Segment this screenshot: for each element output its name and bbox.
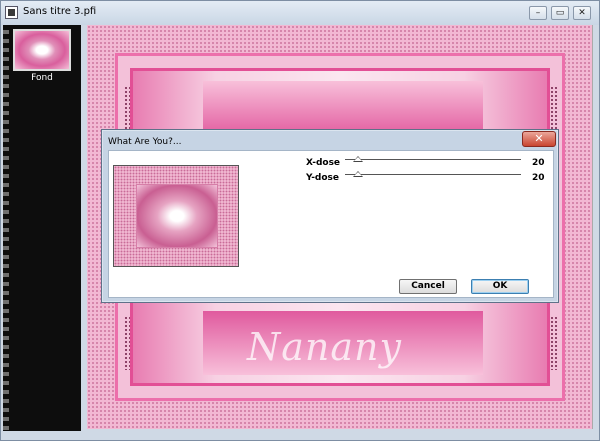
title-bar: Sans titre 3.pfi – ▭ ✕ [1,1,599,25]
app-icon [5,6,18,19]
restore-icon: ▭ [555,8,565,18]
close-icon: ✕ [534,132,544,145]
minimize-button[interactable]: – [529,6,547,20]
y-dose-slider-thumb[interactable] [353,171,363,177]
window-title: Sans titre 3.pfi [23,6,97,17]
x-dose-value: 20 [532,158,545,168]
app-window: Sans titre 3.pfi – ▭ ✕ Fond Nanany What … [0,0,600,441]
preview-center [136,184,218,248]
y-dose-slider[interactable] [345,174,521,175]
layer-thumbnail[interactable] [13,29,71,71]
y-dose-value: 20 [532,173,545,183]
x-dose-slider-thumb[interactable] [353,156,363,162]
layer-label: Fond [31,73,53,83]
dialog-title: What Are You?... [108,137,182,147]
watermark: Nanany [247,325,402,369]
dialog-close-button[interactable]: ✕ [522,131,556,147]
restore-button[interactable]: ▭ [551,6,569,20]
film-strip [3,25,9,431]
y-dose-label: Y-dose [306,173,340,183]
minimize-icon: – [535,8,541,18]
ok-button[interactable]: OK [471,279,529,294]
close-button[interactable]: ✕ [573,6,591,20]
layers-panel: Fond [3,25,81,431]
filter-dialog: What Are You?... ✕ X-dose 20 Y-dose 20 C… [101,129,559,303]
close-icon: ✕ [578,8,586,18]
cancel-button[interactable]: Cancel [399,279,457,294]
x-dose-label: X-dose [306,158,341,168]
dialog-body: X-dose 20 Y-dose 20 Cancel OK [108,150,554,298]
x-dose-slider[interactable] [345,159,521,160]
preview-image [113,165,239,267]
